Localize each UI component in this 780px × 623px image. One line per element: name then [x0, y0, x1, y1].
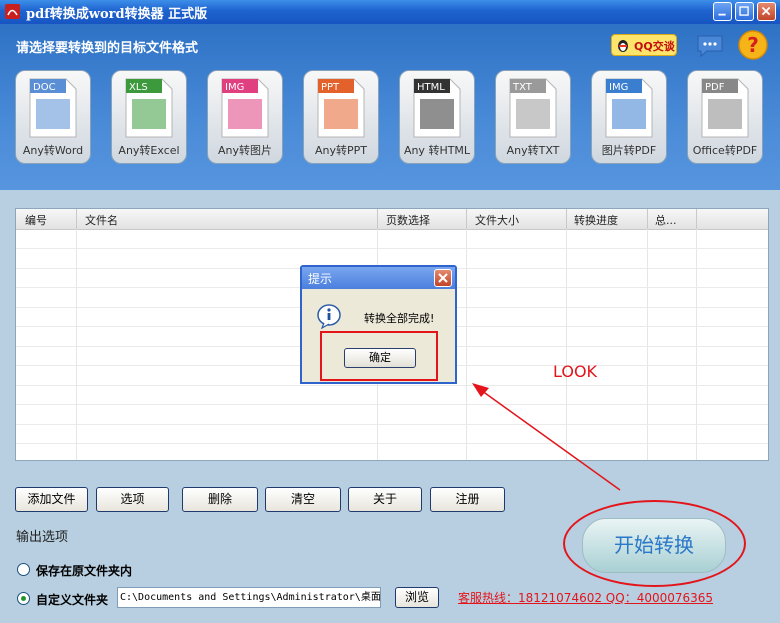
- format-tag: IMG: [225, 82, 244, 93]
- format-label: 图片转PDF: [601, 144, 657, 157]
- close-icon: [761, 6, 771, 16]
- format-label: Any 转HTML: [403, 144, 471, 157]
- register-button[interactable]: 注册: [430, 487, 505, 512]
- svg-text:?: ?: [747, 33, 759, 57]
- dialog-title: 提示: [308, 272, 333, 286]
- look-annotation: LOOK: [553, 362, 598, 381]
- start-convert-button[interactable]: 开始转换: [582, 518, 726, 573]
- close-icon: [438, 273, 448, 283]
- option-custom-folder-label[interactable]: 自定义文件夹: [36, 591, 108, 608]
- options-button[interactable]: 选项: [96, 487, 169, 512]
- minimize-button[interactable]: [713, 2, 732, 21]
- table-row-line: [16, 423, 768, 425]
- chat-bubble-icon[interactable]: [695, 33, 725, 58]
- col-header-size[interactable]: 文件大小: [475, 212, 519, 228]
- radio-selected-dot: [21, 596, 26, 601]
- table-header: 编号 文件名 页数选择 文件大小 转换进度 总...: [16, 209, 768, 230]
- clear-button[interactable]: 清空: [265, 487, 341, 512]
- help-icon[interactable]: ?: [737, 29, 769, 61]
- format-tile-7[interactable]: PDF Office转PDF: [687, 70, 763, 164]
- title-bar: pdf转换成word转换器 正式版: [0, 0, 780, 24]
- radio-custom-folder[interactable]: [17, 592, 30, 605]
- format-label: Any转Excel: [118, 144, 180, 157]
- penguin-icon: [618, 40, 628, 52]
- format-tag: PDF: [705, 82, 725, 93]
- format-tile-6[interactable]: IMG 图片转PDF: [591, 70, 667, 164]
- format-tag: DOC: [33, 82, 56, 93]
- maximize-button[interactable]: [735, 2, 754, 21]
- format-tag: XLS: [129, 82, 148, 93]
- ok-highlight-box: [320, 331, 438, 381]
- col-header-progress[interactable]: 转换进度: [574, 212, 618, 228]
- option-save-original-label[interactable]: 保存在原文件夹内: [36, 562, 132, 579]
- format-tile-5[interactable]: TXT Any转TXT: [495, 70, 571, 164]
- format-tile-2[interactable]: IMG Any转图片: [207, 70, 283, 164]
- table-row-line: [16, 443, 768, 444]
- table-row-line: [16, 248, 768, 249]
- output-options-label: 输出选项: [16, 530, 69, 545]
- document-icon: PDF: [701, 78, 749, 138]
- format-tag: IMG: [609, 82, 628, 93]
- format-label: Any转TXT: [506, 144, 560, 157]
- format-tag: TXT: [512, 82, 533, 93]
- document-icon: IMG: [221, 78, 269, 138]
- format-label: Any转Word: [22, 144, 84, 157]
- format-tile-3[interactable]: PPT Any转PPT: [303, 70, 379, 164]
- format-select-label: 请选择要转换到的目标文件格式: [16, 41, 199, 56]
- col-header-filename[interactable]: 文件名: [85, 212, 118, 228]
- about-button[interactable]: 关于: [348, 487, 422, 512]
- format-tag: HTML: [417, 82, 445, 93]
- format-label: Any转PPT: [315, 144, 367, 157]
- dialog-close-button[interactable]: [434, 269, 452, 287]
- format-tile-0[interactable]: DOC Any转Word: [15, 70, 91, 164]
- maximize-icon: [739, 6, 749, 16]
- document-icon: XLS: [125, 78, 173, 138]
- document-icon: TXT: [509, 78, 557, 138]
- qq-chat-button[interactable]: QQ交谈: [611, 34, 677, 56]
- format-tile-4[interactable]: HTML Any 转HTML: [399, 70, 475, 164]
- document-icon: DOC: [29, 78, 77, 138]
- format-label: Any转图片: [217, 144, 272, 157]
- document-icon: HTML: [413, 78, 461, 138]
- support-hotline[interactable]: 客服热线：18121074602 QQ：4000076365: [458, 589, 713, 606]
- window-title: pdf转换成word转换器 正式版: [26, 7, 208, 22]
- format-label: Office转PDF: [692, 144, 758, 157]
- dialog-message: 转换全部完成!: [364, 312, 435, 325]
- app-icon: [5, 4, 20, 19]
- delete-button[interactable]: 删除: [182, 487, 258, 512]
- col-header-pages[interactable]: 页数选择: [386, 212, 430, 228]
- col-header-index[interactable]: 编号: [25, 212, 47, 228]
- table-row-line: [16, 384, 768, 386]
- close-window-button[interactable]: [757, 2, 776, 21]
- output-path-field[interactable]: C:\Documents and Settings\Administrator\…: [117, 587, 381, 608]
- add-file-button[interactable]: 添加文件: [15, 487, 88, 512]
- document-icon: IMG: [605, 78, 653, 138]
- info-icon: [317, 304, 341, 329]
- minimize-icon: [718, 13, 726, 16]
- qq-chat-label: QQ交谈: [634, 40, 675, 53]
- format-tile-1[interactable]: XLS Any转Excel: [111, 70, 187, 164]
- document-icon: PPT: [317, 78, 365, 138]
- browse-button[interactable]: 浏览: [395, 587, 439, 608]
- radio-save-original[interactable]: [17, 563, 30, 576]
- dialog-title-bar: 提示: [302, 267, 455, 289]
- format-tag: PPT: [321, 82, 340, 93]
- table-row-line: [16, 404, 768, 405]
- col-header-total[interactable]: 总...: [655, 212, 677, 228]
